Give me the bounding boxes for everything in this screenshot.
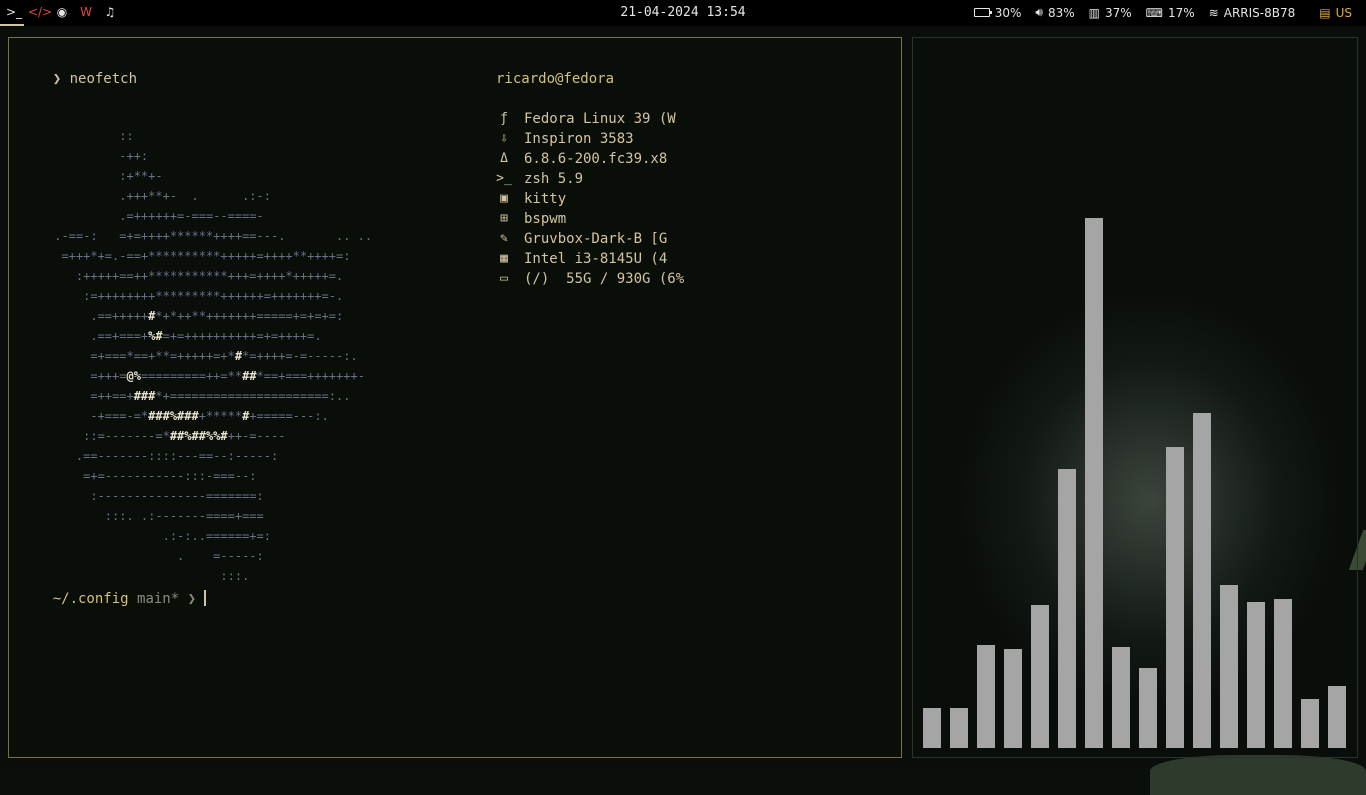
fedora-ascii-logo: :: -++: :+**+- .+++**+- . .:-: .=++++++=… <box>47 126 372 586</box>
ascii-line: =+++=@%=========++=**##*==+===+++++++- <box>47 369 365 383</box>
terminal-window[interactable]: ❯ neofetch :: -++: :+**+- .+++**+- . .:-… <box>8 37 902 758</box>
ascii-line: :---------------=======: <box>47 489 264 503</box>
visualizer-bar <box>1193 413 1211 748</box>
terminal-window-icon: ▣ <box>500 191 508 206</box>
memory-icon: ▥ <box>1088 5 1100 20</box>
window-grid-icon: ⊞ <box>500 211 508 226</box>
visualizer-bar <box>1085 218 1103 748</box>
prompt-arrow: ❯ <box>187 591 197 607</box>
visualizer-bar <box>1274 599 1292 748</box>
info-value: (/) 55G / 930G (6% <box>524 271 685 287</box>
wifi-network: ARRIS-8B78 <box>1223 5 1296 20</box>
visualizer-bar <box>1004 649 1022 748</box>
cpu-status[interactable]: ⌨ 17% <box>1146 6 1195 20</box>
battery-icon <box>973 8 992 17</box>
wifi-status[interactable]: ≋ ARRIS-8B78 <box>1209 6 1296 20</box>
info-value: Intel i3-8145U (4 <box>524 251 668 267</box>
ascii-line: :::. .:-------====+=== <box>47 509 264 523</box>
disk-icon: ▭ <box>500 271 508 286</box>
ascii-line: .:-:..======+=: <box>47 529 271 543</box>
active-workspace-indicator <box>0 24 24 26</box>
visualizer-bar <box>1112 647 1130 748</box>
info-row: ✎ Gruvbox-Dark-B [G <box>496 229 667 249</box>
top-bar: >_ </> ◉ W ♫ 21-04-2024 13:54 30% 🔊︎ 83% ▥ 3… <box>0 0 1366 26</box>
info-row: ⊞ bspwm <box>496 209 566 229</box>
ascii-line: .==+++++#*+*++**+++++++=====+=+=+=: <box>47 309 344 323</box>
visualizer-bar <box>977 645 995 748</box>
info-value: Inspiron 3583 <box>524 131 634 147</box>
audio-visualizer <box>912 37 1358 758</box>
visualizer-bar <box>1058 469 1076 748</box>
info-value: Gruvbox-Dark-B [G <box>524 231 668 247</box>
info-row: ƒ Fedora Linux 39 (W <box>496 109 676 129</box>
info-row: ▣ kitty <box>496 189 566 209</box>
info-value: zsh 5.9 <box>524 171 584 187</box>
keyboard-value: US <box>1335 5 1352 20</box>
ascii-line: .-==-: =+=++++******++++==---. .. .. <box>47 229 373 243</box>
info-row: ▦ Intel i3-8145U (4 <box>496 249 667 269</box>
wallpaper-hill <box>1150 755 1366 795</box>
visualizer-bar <box>923 708 941 748</box>
ascii-line: =+=-----------:::-===--: <box>47 469 257 483</box>
volume-status[interactable]: 🔊︎ 83% <box>1035 5 1074 20</box>
ascii-line: =+++*+=.-==+**********+++++=++++**++++=: <box>47 249 351 263</box>
wifi-icon: ≋ <box>1208 5 1219 20</box>
ascii-line: :+**+- <box>47 169 163 183</box>
cpu-value: 17% <box>1168 5 1195 20</box>
ascii-line: . =-----: <box>47 549 264 563</box>
laptop-download-icon: ⇩ <box>500 131 508 146</box>
visualizer-bar <box>1031 605 1049 748</box>
user-host: ricardo@fedora <box>496 71 615 87</box>
ascii-line: :: <box>47 129 134 143</box>
info-row: Δ 6.8.6-200.fc39.x8 <box>496 149 667 169</box>
ascii-line: -++: <box>47 149 149 163</box>
volume-value: 83% <box>1047 5 1075 20</box>
ascii-line: =++==+###*+======================:.. <box>47 389 351 403</box>
ascii-line: .+++**+- . .:-: <box>47 189 271 203</box>
prompt-path: ~/.config <box>52 591 129 607</box>
info-value: 6.8.6-200.fc39.x8 <box>524 151 668 167</box>
visualizer-bar <box>1301 699 1319 748</box>
visualizer-bar <box>1220 585 1238 748</box>
paint-icon: ✎ <box>500 231 508 246</box>
ascii-line: -+===-=*###%###+*****#+=====---:. <box>47 409 329 423</box>
memory-value: 37% <box>1105 5 1132 20</box>
ascii-line: .==+===+%#=+=++++++++++=+=++++=. <box>47 329 322 343</box>
speaker-icon: 🔊︎ <box>1035 5 1043 19</box>
keyboard-layout[interactable]: ▤ US <box>1319 6 1352 20</box>
shell-prompt: ~/.config main* ❯ <box>19 569 207 629</box>
command-text: neofetch <box>69 71 138 87</box>
info-row: ▭ (/) 55G / 930G (6% <box>496 269 684 289</box>
ascii-line: .==-------::::---==--:-----: <box>47 449 279 463</box>
visualizer-bar <box>950 708 968 748</box>
visualizer-bar <box>1247 602 1265 748</box>
cpu-icon: ▦ <box>500 251 508 266</box>
ascii-line: =+===*==+**=+++++=+*#*=++++=-=-----:. <box>47 349 358 363</box>
shell-icon: >_ <box>496 171 512 186</box>
prompt-symbol: ❯ <box>52 71 62 87</box>
visualizer-bar <box>1166 447 1184 748</box>
status-area: 30% 🔊︎ 83% ▥ 37% ⌨ 17% ≋ ARRIS-8B78 ▤ US <box>973 5 1352 20</box>
ascii-line: :=++++++++*********++++++=+++++++=-. <box>47 289 344 303</box>
battery-value: 30% <box>994 5 1022 20</box>
ascii-line: .=++++++=-===--====- <box>47 209 264 223</box>
keyboard-icon: ▤ <box>1319 5 1331 20</box>
linux-penguin-icon: Δ <box>500 151 508 166</box>
ascii-line: ::=-------=*##%##%%#++-=---- <box>47 429 286 443</box>
laptop-icon: ⌨ <box>1145 5 1163 20</box>
text-cursor[interactable] <box>204 590 207 606</box>
command-line: ❯ neofetch <box>19 49 137 109</box>
memory-status[interactable]: ▥ 37% <box>1089 6 1132 20</box>
fedora-icon: ƒ <box>500 111 508 126</box>
battery-status[interactable]: 30% <box>973 5 1022 20</box>
info-value: bspwm <box>524 211 567 227</box>
info-row: ⇩ Inspiron 3583 <box>496 129 634 149</box>
info-row: >_ zsh 5.9 <box>496 169 583 189</box>
info-value: Fedora Linux 39 (W <box>524 111 676 127</box>
prompt-branch: main* <box>137 591 180 607</box>
ascii-line: :+++++==++***********+++=++++*+++++=. <box>47 269 344 283</box>
visualizer-bar <box>1139 668 1157 748</box>
visualizer-bar <box>1328 686 1346 748</box>
info-value: kitty <box>524 191 567 207</box>
